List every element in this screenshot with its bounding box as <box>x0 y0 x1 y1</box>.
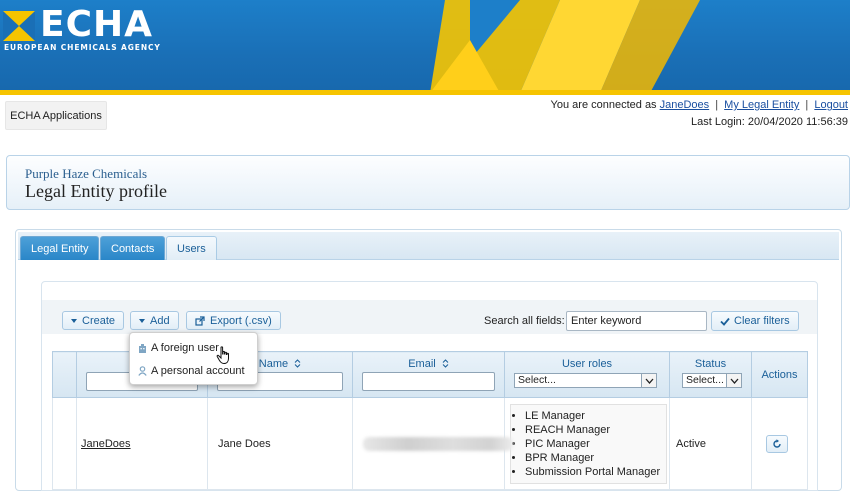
chevron-down-icon <box>71 318 77 323</box>
chevron-down-icon <box>641 374 656 387</box>
user-cell: JaneDoes <box>76 397 208 490</box>
sort-icon <box>442 359 449 368</box>
status-filter-value: Select... <box>686 374 724 386</box>
user-link[interactable]: JaneDoes <box>81 438 131 450</box>
external-link-icon <box>195 315 205 326</box>
clear-filters-button[interactable]: Clear filters <box>711 311 799 331</box>
chevron-down-icon <box>139 318 145 323</box>
sort-icon <box>294 359 301 368</box>
users-toolbar: Create Add Export (.csv) Search all fiel… <box>42 300 817 334</box>
actions-column-header: Actions <box>751 351 808 398</box>
actions-column-label: Actions <box>761 368 798 381</box>
email-column-label: Email <box>408 358 436 370</box>
refresh-user-button[interactable] <box>766 434 788 453</box>
logout-link[interactable]: Logout <box>814 99 848 111</box>
separator: | <box>805 99 809 111</box>
page-title: Legal Entity profile <box>25 181 167 201</box>
row-select-cell <box>52 397 77 490</box>
echa-logo-icon <box>3 11 35 41</box>
connected-prefix: You are connected as <box>550 99 657 111</box>
export-label: Export (.csv) <box>210 314 272 327</box>
roles-column-label: User roles <box>561 358 613 370</box>
echa-banner: ECHA EUROPEAN CHEMICALS AGENCY <box>0 0 850 93</box>
actions-cell <box>751 397 808 490</box>
email-redacted <box>363 436 513 451</box>
tab-legal-entity[interactable]: Legal Entity <box>20 236 100 260</box>
create-button[interactable]: Create <box>62 311 125 330</box>
roles-column-header: User roles Select... <box>504 351 670 398</box>
roles-filter-select[interactable]: Select... <box>514 373 657 388</box>
search-input[interactable] <box>566 311 707 331</box>
echa-logo-text: ECHA <box>40 4 154 45</box>
clear-filters-label: Clear filters <box>734 315 790 327</box>
tab-users[interactable]: Users <box>166 236 217 260</box>
profile-header: Purple Haze Chemicals Legal Entity profi… <box>6 155 850 210</box>
banner-stripe <box>0 90 850 95</box>
add-label: Add <box>150 314 170 327</box>
email-column-header[interactable]: Email <box>352 351 505 398</box>
name-column-label: Name <box>258 358 289 370</box>
status-cell: Active <box>669 397 752 490</box>
add-foreign-user-item[interactable]: A foreign user <box>138 340 219 356</box>
email-filter-input[interactable] <box>362 372 495 391</box>
foreign-user-label: A foreign user <box>151 342 219 354</box>
role-item: BPR Manager <box>525 451 666 465</box>
table-row: JaneDoes Jane Does LE Manager REACH Mana… <box>52 397 808 490</box>
building-icon <box>139 343 146 353</box>
name-cell: Jane Does <box>207 397 353 490</box>
username-link[interactable]: JaneDoes <box>660 99 710 111</box>
echa-logo-subtitle: EUROPEAN CHEMICALS AGENCY <box>4 43 161 52</box>
status-filter-select[interactable]: Select... <box>682 373 742 388</box>
separator: | <box>715 99 719 111</box>
add-dropdown-menu: A foreign user A personal account <box>129 332 258 385</box>
personal-account-label: A personal account <box>151 365 245 377</box>
role-item: PIC Manager <box>525 437 666 451</box>
tabs-bar: Legal Entity Contacts Users <box>18 232 839 260</box>
echa-applications-button[interactable]: ECHA Applications <box>5 101 107 130</box>
chevron-down-icon <box>726 374 741 387</box>
roles-list: LE Manager REACH Manager PIC Manager BPR… <box>510 403 667 484</box>
my-legal-entity-link[interactable]: My Legal Entity <box>724 99 799 111</box>
company-name: Purple Haze Chemicals <box>25 166 148 181</box>
add-button[interactable]: Add <box>130 311 179 330</box>
role-item: REACH Manager <box>525 423 666 437</box>
connection-info: You are connected as JaneDoes | My Legal… <box>551 99 848 111</box>
role-item: LE Manager <box>525 409 666 423</box>
roles-cell: LE Manager REACH Manager PIC Manager BPR… <box>504 397 670 490</box>
tab-contacts[interactable]: Contacts <box>100 236 166 260</box>
status-column-header: Status Select... <box>669 351 752 398</box>
role-item: Submission Portal Manager <box>525 465 666 479</box>
roles-filter-value: Select... <box>518 374 556 386</box>
search-label: Search all fields: <box>484 315 565 327</box>
last-login: Last Login: 20/04/2020 11:56:39 <box>691 116 848 128</box>
users-panel: Create Add Export (.csv) Search all fiel… <box>41 281 818 491</box>
email-cell <box>352 397 513 490</box>
check-icon <box>720 317 730 326</box>
create-label: Create <box>82 314 116 327</box>
echa-page: ECHA EUROPEAN CHEMICALS AGENCY ECHA Appl… <box>0 0 850 491</box>
status-column-label: Status <box>694 358 727 370</box>
refresh-icon <box>773 438 781 448</box>
export-csv-button[interactable]: Export (.csv) <box>186 311 281 330</box>
person-icon <box>138 366 147 376</box>
select-column-header <box>52 351 77 398</box>
hand-cursor-icon <box>216 346 229 365</box>
